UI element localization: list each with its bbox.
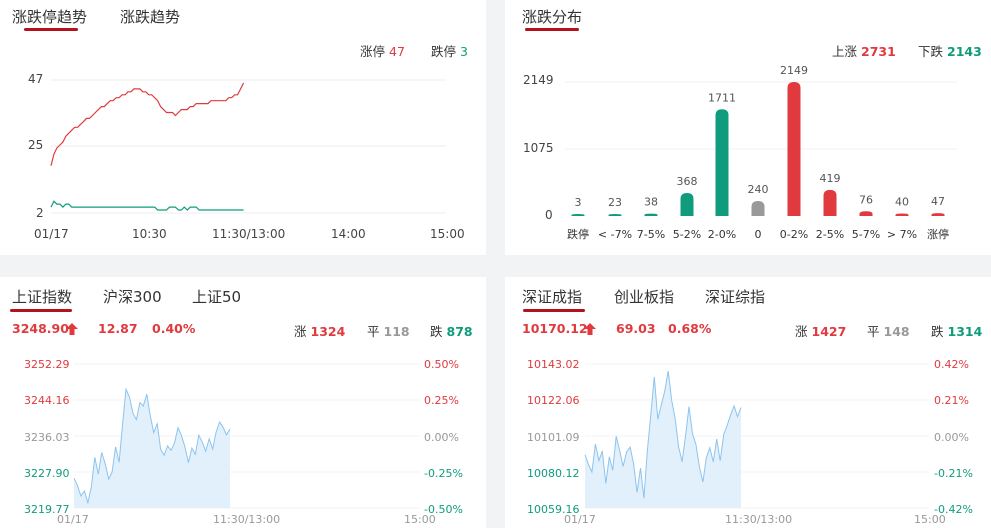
category-label: < -7%: [598, 228, 632, 241]
bar-value-label: 38: [644, 196, 658, 209]
category-label: 2-0%: [708, 228, 736, 241]
category-label: 7-5%: [637, 228, 665, 241]
category-label: 0-2%: [780, 228, 808, 241]
distribution-bar: [931, 213, 945, 216]
sh-index-chart: [73, 363, 420, 509]
distribution-bar: [571, 214, 585, 216]
bar-value-label: 76: [859, 193, 873, 206]
bar-value-label: 419: [820, 172, 841, 185]
distribution-chart: 3 跌停 23 < -7% 38 7-5% 368 5-2% 1711 2-0% 240 0 2149 0…: [565, 64, 957, 241]
index-area-fill: [585, 371, 741, 508]
distribution-bar: [608, 214, 622, 216]
bar-value-label: 1711: [708, 91, 736, 104]
limit-trend-chart: [50, 79, 446, 214]
category-label: 2-5%: [816, 228, 844, 241]
distribution-bar: [823, 189, 837, 216]
limit-down-line: [50, 200, 244, 211]
limit-trend-panel: 涨跌停趋势 涨跌趋势 涨停 47 跌停 3 47 25 2 01/17 10:3…: [0, 0, 486, 255]
bar-value-label: 47: [931, 195, 945, 208]
bar-value-label: 368: [677, 175, 698, 188]
distribution-panel: 涨跌分布 上涨 2731 下跌 2143 2149 1075 0 3 跌停 23 < …: [505, 0, 991, 255]
category-label: 跌停: [567, 227, 589, 241]
sz-index-chart: [584, 363, 929, 509]
limit-up-line: [50, 82, 245, 166]
distribution-bar: [680, 193, 694, 216]
category-label: 0: [755, 228, 762, 241]
bar-value-label: 2149: [780, 64, 808, 77]
bar-value-label: 3: [575, 196, 582, 209]
category-label: > 7%: [887, 228, 917, 241]
category-label: 5-2%: [673, 228, 701, 241]
category-label: 5-7%: [852, 228, 880, 241]
bar-value-label: 240: [748, 183, 769, 196]
bar-value-label: 40: [895, 196, 909, 209]
distribution-bar: [644, 213, 658, 216]
distribution-bar: [787, 82, 801, 216]
sz-index-panel: 深证成指 创业板指 深证综指 10170.12 69.03 0.68% 涨 14…: [505, 277, 991, 528]
sh-index-panel: 上证指数 沪深300 上证50 3248.90 12.87 0.40% 涨 13…: [0, 277, 486, 528]
distribution-bar: [859, 211, 873, 216]
category-label: 涨停: [927, 227, 949, 241]
distribution-bar: [895, 213, 909, 216]
distribution-bar: [715, 109, 729, 216]
bar-value-label: 23: [608, 196, 622, 209]
distribution-bar: [751, 201, 765, 216]
